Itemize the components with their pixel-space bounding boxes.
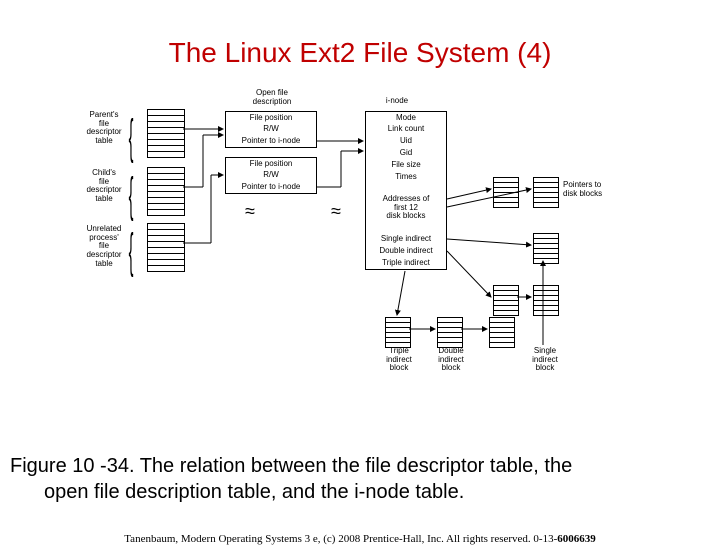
double-indirect-block — [493, 285, 519, 316]
caption-line-1: Figure 10 -34. The relation between the … — [10, 455, 572, 477]
brace-icon: { — [129, 235, 134, 269]
label-triple-block: Triple indirect block — [379, 347, 419, 373]
disk-block-stack — [533, 177, 559, 208]
header-ofd: Open file description — [237, 89, 307, 107]
label-single-block: Single indirect block — [525, 347, 565, 373]
label-unrelated-fd: Unrelated process' file descriptor table — [81, 225, 127, 269]
footer-credit: Tanenbaum, Modern Operating Systems 3 e,… — [0, 533, 720, 545]
label-parent-fd: Parent's file descriptor table — [83, 111, 125, 146]
label-double-block: Double indirect block — [431, 347, 471, 373]
approx-icon: ≈ — [245, 201, 255, 222]
inode-addrs: Addresses of first 12 disk blocks — [365, 183, 447, 234]
caption-line-2: open file description table, and the i-n… — [10, 479, 710, 505]
double-target-block — [533, 285, 559, 316]
footer-text: Tanenbaum, Modern Operating Systems 3 e,… — [124, 533, 557, 545]
page-title: The Linux Ext2 File System (4) — [0, 19, 720, 69]
brace-icon: { — [129, 121, 134, 155]
footer-isbn: 6006639 — [557, 533, 596, 545]
approx-icon: ≈ — [331, 201, 341, 222]
triple-indirect-block — [385, 317, 411, 348]
unrelated-fd-table — [147, 223, 185, 272]
ofd-ptr-1: Pointer to i-node — [225, 135, 317, 148]
parent-fd-table — [147, 109, 185, 158]
triple-l2-block — [437, 317, 463, 348]
header-inode: i-node — [377, 97, 417, 106]
brace-icon: { — [129, 179, 134, 213]
triple-l3-block — [489, 317, 515, 348]
inode-triple: Triple indirect — [365, 257, 447, 270]
child-fd-table — [147, 167, 185, 216]
label-ptrs-disk: Pointers to disk blocks — [563, 181, 623, 199]
label-child-fd: Child's file descriptor table — [83, 169, 125, 204]
diagram: Open file description i-node Parent's fi… — [85, 89, 625, 429]
ofd-ptr-2: Pointer to i-node — [225, 181, 317, 194]
disk-block-stack — [493, 177, 519, 208]
single-indirect-block — [533, 233, 559, 264]
figure-caption: Figure 10 -34. The relation between the … — [10, 453, 710, 505]
